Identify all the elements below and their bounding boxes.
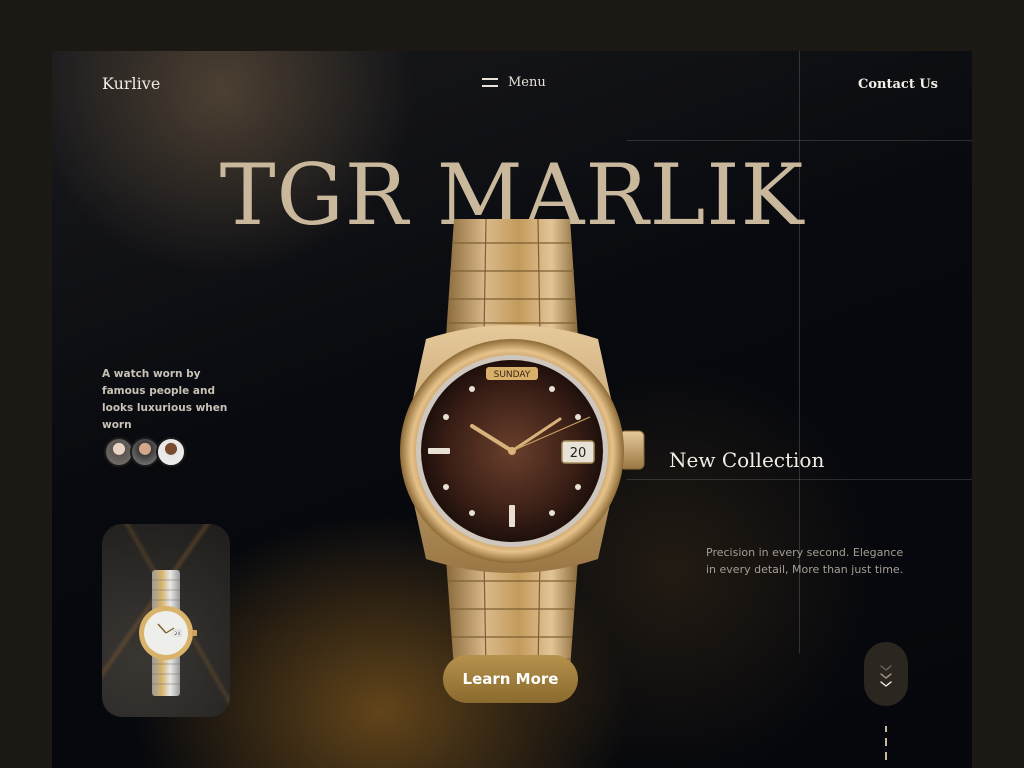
product-thumbnail[interactable]: 20 xyxy=(102,524,230,717)
menu-label: Menu xyxy=(508,75,546,90)
hamburger-menu-icon xyxy=(482,78,498,87)
chevron-down-icon xyxy=(880,665,892,687)
divider-horizontal-top xyxy=(627,140,972,141)
avatar-group xyxy=(104,437,186,467)
watch-date-window: 20 xyxy=(570,446,587,461)
hero-watch-image: SUNDAY 20 xyxy=(400,219,645,669)
learn-more-button[interactable]: Learn More xyxy=(443,655,578,703)
hero-frame: Kurlive Menu Contact Us TGR MARLIK A wat… xyxy=(52,51,972,768)
brand-logo[interactable]: Kurlive xyxy=(102,74,160,93)
hero-tagline: A watch worn by famous people and looks … xyxy=(102,368,228,431)
avatar xyxy=(156,437,186,467)
menu-button[interactable]: Menu xyxy=(482,75,546,90)
section-title-new-collection: New Collection xyxy=(669,448,825,472)
collection-description: Precision in every second. Elegance in e… xyxy=(706,546,904,576)
contact-us-link[interactable]: Contact Us xyxy=(858,77,938,92)
scroll-progress-indicator xyxy=(885,726,887,760)
thumbnail-date: 20 xyxy=(175,631,181,637)
thumbnail-watch-image: 20 xyxy=(139,570,197,696)
scroll-down-button[interactable] xyxy=(864,642,908,706)
watch-day-window: SUNDAY xyxy=(494,370,531,380)
